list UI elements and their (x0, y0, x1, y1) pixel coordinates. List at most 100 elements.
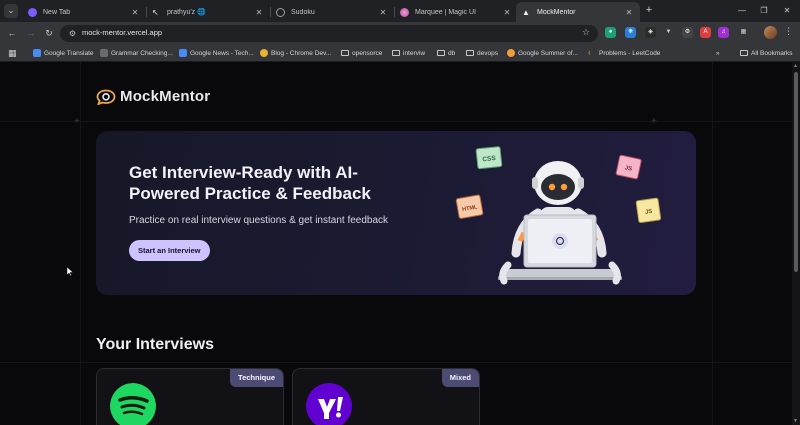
bookmark-grammar-checking[interactable]: Grammar Checking... (100, 47, 173, 59)
start-interview-button[interactable]: Start an Interview (129, 240, 210, 261)
translate-icon (33, 49, 41, 57)
interview-type-badge: Mixed (441, 369, 479, 387)
triangle-favicon: ▲ (522, 7, 530, 17)
apps-grid-icon[interactable]: ▦ (8, 47, 17, 59)
grid-plus-icon: + (651, 116, 657, 127)
badge-text: JS (645, 209, 653, 216)
globe-favicon (276, 7, 285, 17)
cursor-favicon: ↖ (152, 7, 159, 17)
close-icon[interactable]: ✕ (378, 8, 388, 17)
tab-sudoku[interactable]: Sudoku ✕ (270, 2, 395, 22)
brand-logo[interactable]: MockMentor (96, 88, 210, 105)
bookmark-google-summer-of-code[interactable]: Google Summer of... (507, 47, 578, 59)
close-icon[interactable]: ✕ (254, 8, 264, 17)
extension-chatgpt-icon[interactable]: ● (605, 27, 616, 38)
restore-button[interactable]: ❐ (752, 3, 776, 19)
grammar-icon (100, 49, 108, 57)
scroll-down-arrow-icon[interactable]: ▼ (793, 418, 798, 424)
magic-ui-favicon (400, 7, 409, 17)
grid-plus-icon: + (74, 116, 80, 127)
extension-pdf-icon[interactable]: A (700, 27, 711, 38)
bookmark-label: Google Summer of... (518, 49, 578, 57)
minimize-button[interactable]: — (730, 3, 754, 19)
browser-toolbar: ← → ↻ ⚙ mock-mentor.vercel.app ☆ ● ❋ ◈ ▼… (0, 22, 800, 44)
bookmark-label: Google Translate (44, 49, 94, 57)
bookmark-leetcode-problems[interactable]: ‹ Problems - LeetCode (588, 47, 660, 59)
scroll-up-arrow-icon[interactable]: ▲ (793, 63, 798, 69)
bookmark-label: interviw (403, 49, 426, 57)
bookmark-label: devops (477, 49, 498, 57)
all-bookmarks-label: All Bookmarks (751, 49, 793, 57)
robot-laptop-illustration: CSS HTML JS JS (455, 146, 662, 285)
site-info-icon[interactable]: ⚙ (67, 28, 78, 39)
extensions-puzzle-icon[interactable]: ▦ (738, 27, 749, 38)
bookmark-star-icon[interactable]: ☆ (582, 27, 590, 38)
bookmark-folder-db[interactable]: db (437, 47, 455, 59)
tab-label: Marquee | Magic UI (415, 8, 476, 16)
forward-arrow-icon[interactable]: → (24, 26, 38, 40)
hero-title: Get Interview-Ready with AI-Powered Prac… (129, 163, 371, 203)
news-icon (179, 49, 187, 57)
menu-kebab-icon[interactable]: ⋮ (784, 26, 793, 37)
scrollbar-thumb[interactable] (794, 72, 798, 272)
js-badge-icon: JS (635, 197, 662, 224)
url-text[interactable]: mock-mentor.vercel.app (82, 28, 162, 37)
bookmark-label: Problems - LeetCode (599, 49, 661, 57)
close-window-button[interactable]: ✕ (775, 3, 799, 19)
tab-label: prathyu'z 🌐 (167, 9, 206, 16)
bookmark-folder-opensorce[interactable]: opensorce (341, 47, 382, 59)
bookmarks-bar: ▦ Google Translate Grammar Checking... G… (0, 44, 800, 62)
tab-label: MockMentor (537, 8, 576, 16)
extension-vue-icon[interactable]: ▼ (663, 27, 674, 38)
extension-purple-icon[interactable]: ♫ (718, 27, 729, 38)
bookmark-label: Grammar Checking... (111, 49, 173, 57)
back-arrow-icon[interactable]: ← (5, 26, 19, 40)
extension-redux-icon[interactable]: ◈ (645, 27, 656, 38)
tab-mockmentor[interactable]: ▲ MockMentor ✕ (516, 2, 640, 22)
grid-line (80, 62, 81, 425)
html-badge-icon: HTML (455, 194, 484, 219)
extension-gear-icon[interactable]: ⚙ (682, 27, 693, 38)
tab-new-tab[interactable]: New Tab ✕ (22, 2, 147, 22)
bookmark-label: opensorce (352, 49, 383, 57)
grid-line (0, 362, 792, 363)
new-tab-favicon (28, 7, 37, 17)
tab-label: Sudoku (291, 8, 315, 16)
tab-label: New Tab (43, 8, 71, 16)
leetcode-icon: ‹ (588, 48, 591, 57)
interview-card-yahoo[interactable]: Mixed (292, 368, 480, 425)
tab-search-button[interactable]: ⌄ (4, 4, 18, 18)
css-badge-icon: CSS (475, 146, 503, 170)
close-icon[interactable]: ✕ (130, 8, 140, 17)
tab-marquee-magic-ui[interactable]: Marquee | Magic UI ✕ (394, 2, 518, 22)
tab-prathyuz[interactable]: ↖ prathyu'z 🌐 ✕ (146, 2, 271, 22)
address-bar[interactable]: ⚙ mock-mentor.vercel.app ☆ (60, 25, 598, 42)
close-icon[interactable]: ✕ (502, 8, 512, 17)
extension-react-icon[interactable]: ❋ (625, 27, 636, 38)
bookmark-google-news[interactable]: Google News - Tech... (179, 47, 254, 59)
bookmarks-overflow-chevron-icon[interactable]: » (716, 47, 720, 59)
bookmark-chrome-dev-blog[interactable]: Blog - Chrome Dev... (260, 47, 331, 59)
mouse-cursor-icon (67, 267, 73, 276)
page-scrollbar[interactable]: ▲ ▼ (792, 62, 800, 425)
tab-strip: ⌄ New Tab ✕ ↖ prathyu'z 🌐 ✕ Sudoku ✕ Mar… (0, 0, 800, 22)
folder-icon (437, 50, 445, 56)
profile-avatar[interactable] (764, 26, 777, 39)
chrome-icon (260, 49, 268, 57)
bookmark-google-translate[interactable]: Google Translate (33, 47, 94, 59)
folder-icon (341, 50, 349, 56)
brand-name: MockMentor (120, 88, 211, 105)
bookmark-label: db (448, 49, 456, 57)
folder-icon (740, 50, 748, 56)
interview-card-spotify[interactable]: Technique (96, 368, 284, 425)
bookmark-folder-devops[interactable]: devops (466, 47, 498, 59)
hero-subtitle: Practice on real interview questions & g… (129, 215, 389, 226)
badge-text: CSS (482, 155, 497, 163)
hero-banner: Get Interview-Ready with AI-Powered Prac… (96, 131, 696, 295)
reload-icon[interactable]: ↻ (42, 26, 56, 40)
bookmark-folder-interviw[interactable]: interviw (392, 47, 425, 59)
close-icon[interactable]: ✕ (624, 8, 634, 17)
page-viewport: + + MockMentor Get Interview-Ready with … (0, 62, 792, 425)
all-bookmarks-button[interactable]: All Bookmarks (740, 47, 793, 59)
new-tab-button[interactable]: + (642, 4, 656, 18)
